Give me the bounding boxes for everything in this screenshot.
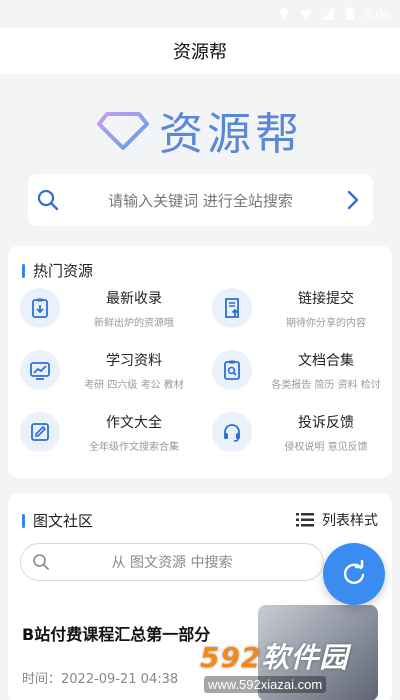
site-search-bar[interactable]: 请输入关键词 进行全站搜索 bbox=[28, 174, 373, 226]
hot-item-subtitle: 全年级作文搜索合集 bbox=[89, 441, 179, 453]
edit-pencil-icon bbox=[20, 412, 60, 452]
community-search-placeholder: 从 图文资源 中搜索 bbox=[111, 555, 233, 571]
hot-item-title: 文档合集 bbox=[298, 352, 354, 369]
watermark-number: 592 bbox=[200, 641, 262, 674]
site-watermark: 592软件园 www.592xiazai.com bbox=[196, 636, 400, 700]
list-style-label: 列表样式 bbox=[322, 513, 378, 529]
diamond-icon bbox=[97, 112, 149, 150]
section-marker bbox=[22, 513, 25, 528]
hot-item-subtitle: 期待你分享的内容 bbox=[286, 317, 366, 329]
search-icon[interactable] bbox=[28, 189, 68, 211]
hot-item-study-materials[interactable]: 学习资料 考研 四六级 考公 教材 bbox=[8, 348, 200, 392]
location-icon bbox=[279, 8, 288, 20]
hot-resources-card: 热门资源 最新收录 新鲜出炉的资源哦 链接提交 期待你分享的内容 学习资料 考研… bbox=[8, 246, 392, 478]
article-title[interactable]: B站付费课程汇总第一部分 bbox=[22, 621, 210, 645]
upload-document-icon bbox=[212, 288, 252, 328]
hot-item-title: 投诉反馈 bbox=[298, 414, 354, 431]
refresh-icon bbox=[343, 559, 365, 584]
hot-item-title: 链接提交 bbox=[298, 290, 354, 307]
section-marker bbox=[22, 263, 25, 278]
list-style-toggle[interactable]: 列表样式 bbox=[296, 510, 378, 530]
hot-item-document-collection[interactable]: 文档合集 各类报告 简历 资料 检讨 bbox=[200, 348, 392, 392]
app-header: 资源帮 bbox=[0, 28, 400, 74]
chart-board-icon bbox=[20, 350, 60, 390]
page-title: 资源帮 bbox=[173, 42, 227, 63]
clipboard-download-icon bbox=[20, 288, 60, 328]
hot-item-subtitle: 各类报告 简历 资料 检讨 bbox=[271, 379, 381, 391]
watermark-brand: 592软件园 bbox=[200, 636, 348, 676]
hot-item-title: 作文大全 bbox=[106, 414, 162, 431]
article-time: 时间：2022-09-21 04:38 bbox=[22, 672, 179, 687]
hot-item-feedback[interactable]: 投诉反馈 侵权说明 意见反馈 bbox=[200, 410, 392, 454]
battery-icon bbox=[345, 7, 354, 20]
headset-icon bbox=[212, 412, 252, 452]
logo-text: 资源帮 bbox=[159, 109, 303, 160]
watermark-text: 软件园 bbox=[261, 641, 349, 674]
search-icon bbox=[21, 553, 61, 571]
section-title-community: 图文社区 bbox=[22, 510, 93, 531]
hot-item-subtitle: 考研 四六级 考公 教材 bbox=[84, 379, 184, 391]
hot-item-title: 最新收录 bbox=[106, 290, 162, 307]
hot-resource-grid: 最新收录 新鲜出炉的资源哦 链接提交 期待你分享的内容 学习资料 考研 四六级 … bbox=[8, 286, 392, 454]
list-icon bbox=[296, 513, 314, 527]
section-title-text: 图文社区 bbox=[33, 512, 94, 530]
signal-icon bbox=[321, 8, 334, 20]
search-input[interactable]: 请输入关键词 进行全站搜索 bbox=[68, 190, 333, 211]
hot-item-latest[interactable]: 最新收录 新鲜出炉的资源哦 bbox=[8, 286, 200, 330]
status-time: 6:06 bbox=[364, 6, 390, 22]
section-title-hot: 热门资源 bbox=[22, 260, 93, 281]
refresh-button[interactable] bbox=[323, 543, 385, 605]
hot-item-subtitle: 侵权说明 意见反馈 bbox=[284, 441, 368, 453]
section-title-text: 热门资源 bbox=[33, 262, 94, 280]
hot-item-submit-link[interactable]: 链接提交 期待你分享的内容 bbox=[200, 286, 392, 330]
status-bar: 6:06 bbox=[0, 0, 400, 28]
hot-item-title: 学习资料 bbox=[106, 352, 162, 369]
document-search-icon bbox=[212, 350, 252, 390]
hot-item-subtitle: 新鲜出炉的资源哦 bbox=[94, 317, 174, 329]
app-logo: 资源帮 bbox=[0, 95, 400, 165]
chevron-right-icon[interactable] bbox=[333, 190, 373, 210]
watermark-url: www.592xiazai.com bbox=[204, 676, 327, 693]
wifi-icon bbox=[299, 9, 312, 19]
community-search-input[interactable]: 从 图文资源 中搜索 bbox=[20, 543, 324, 581]
hot-item-essays[interactable]: 作文大全 全年级作文搜索合集 bbox=[8, 410, 200, 454]
